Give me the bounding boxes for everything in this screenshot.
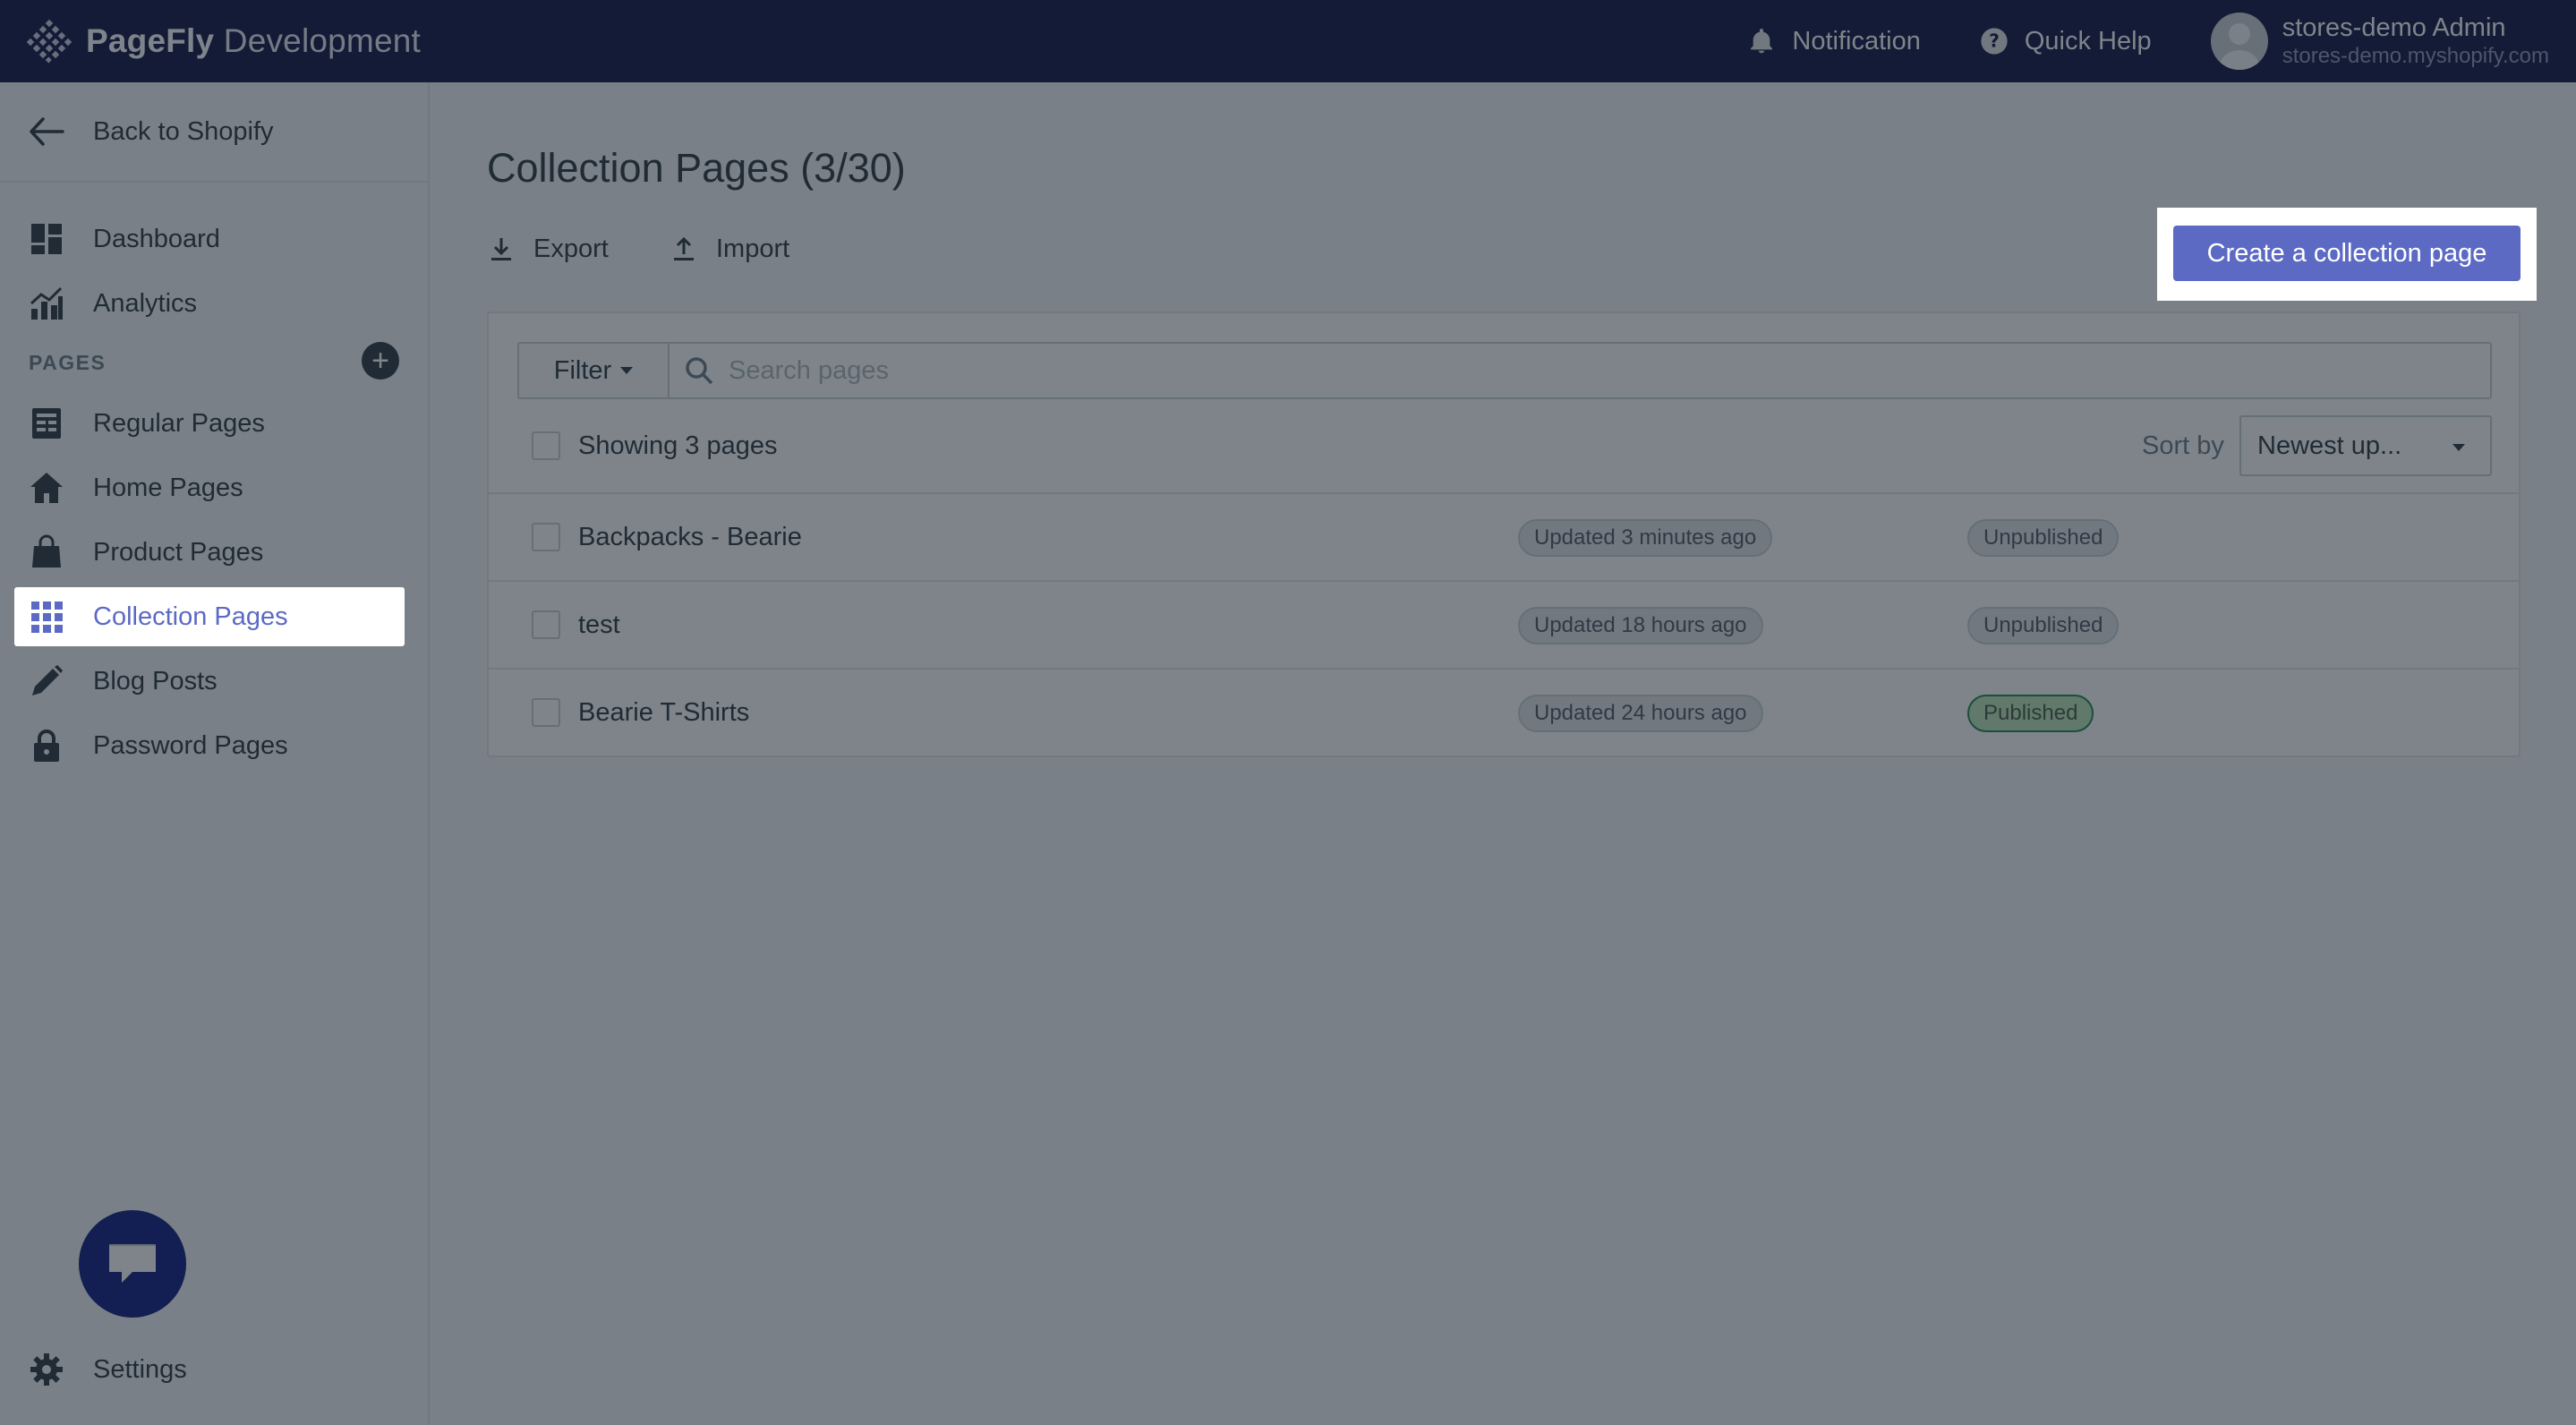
row-checkbox[interactable] <box>532 610 560 639</box>
brand-logo[interactable]: PageFly Development <box>27 19 421 64</box>
updated-badge: Updated 24 hours ago <box>1518 695 1763 732</box>
shopping-bag-icon <box>32 534 61 567</box>
analytics-icon <box>30 286 63 320</box>
import-label: Import <box>716 235 790 263</box>
pencil-icon <box>32 665 63 695</box>
dashboard-icon <box>31 224 62 254</box>
sidebar-item-settings[interactable]: Settings <box>29 1352 187 1387</box>
back-label: Back to Shopify <box>93 116 274 146</box>
filter-label: Filter <box>553 355 612 385</box>
chat-button[interactable] <box>79 1210 186 1318</box>
sidebar-item-label: Dashboard <box>93 224 220 253</box>
notification-label: Notification <box>1792 26 1921 55</box>
svg-text:?: ? <box>1989 30 2000 52</box>
sidebar-item-label: Product Pages <box>93 537 264 567</box>
filter-bar: Filter <box>517 342 2492 399</box>
plus-icon: + <box>371 344 389 378</box>
home-icon <box>30 473 63 503</box>
filter-button[interactable]: Filter <box>519 344 670 397</box>
upload-icon <box>674 236 694 260</box>
sidebar: Back to Shopify Dashboard Analytics PAGE… <box>0 82 430 1425</box>
create-collection-page-button[interactable]: Create a collection page <box>2173 226 2521 281</box>
page-name[interactable]: test <box>578 610 620 640</box>
showing-count: Showing 3 pages <box>578 431 778 460</box>
user-store: stores-demo.myshopify.com <box>2282 44 2549 68</box>
caret-down-icon <box>2452 444 2465 451</box>
pages-list-card: Filter Showing 3 pages Sort by Newest up… <box>487 311 2521 757</box>
quick-help-label: Quick Help <box>2024 26 2152 55</box>
search-icon <box>686 357 713 385</box>
grid-icon <box>31 602 63 633</box>
sidebar-item-home-pages[interactable]: Home Pages <box>14 458 405 517</box>
sidebar-item-analytics[interactable]: Analytics <box>14 274 405 333</box>
page-name[interactable]: Backpacks - Bearie <box>578 523 802 552</box>
user-menu[interactable]: stores-demo Admin stores-demo.myshopify.… <box>2210 13 2549 70</box>
user-avatar-icon <box>2219 23 2259 70</box>
search-input[interactable] <box>729 355 2490 386</box>
row-checkbox[interactable] <box>532 698 560 727</box>
sidebar-item-blog-posts[interactable]: Blog Posts <box>14 652 405 711</box>
help-icon: ? <box>1981 28 2008 55</box>
sidebar-item-label: Password Pages <box>93 730 288 760</box>
caret-down-icon <box>620 367 634 374</box>
sort-select[interactable]: Newest up... <box>2239 415 2492 476</box>
search-box <box>670 344 2490 397</box>
bell-icon <box>1751 29 1773 54</box>
quick-help-button[interactable]: ? Quick Help <box>1980 27 2152 56</box>
import-button[interactable]: Import <box>671 235 789 264</box>
document-icon <box>32 408 61 439</box>
sidebar-item-product-pages[interactable]: Product Pages <box>14 523 405 582</box>
sort-value: Newest up... <box>2257 431 2402 460</box>
page-name[interactable]: Bearie T-Shirts <box>578 698 749 728</box>
status-badge: Unpublished <box>1967 607 2120 644</box>
updated-badge: Updated 3 minutes ago <box>1518 519 1773 557</box>
app-title: PageFly Development <box>86 22 421 59</box>
lock-icon <box>34 730 59 762</box>
sort-label: Sort by <box>2142 431 2224 460</box>
add-page-button[interactable]: + <box>362 342 399 380</box>
user-name: stores-demo Admin <box>2282 13 2506 42</box>
sidebar-item-label: Blog Posts <box>93 666 218 695</box>
table-row[interactable]: Backpacks - Bearie Updated 3 minutes ago… <box>489 492 2519 580</box>
table-row[interactable]: test Updated 18 hours ago Unpublished <box>489 580 2519 668</box>
export-label: Export <box>533 235 609 263</box>
export-button[interactable]: Export <box>489 235 609 264</box>
download-icon <box>491 237 511 260</box>
settings-label: Settings <box>93 1354 187 1384</box>
sidebar-item-password-pages[interactable]: Password Pages <box>14 716 405 775</box>
select-all-checkbox[interactable] <box>532 431 560 460</box>
arrow-left-icon <box>30 117 64 146</box>
row-checkbox[interactable] <box>532 523 560 551</box>
top-bar: PageFly Development Notification ? Quick… <box>0 0 2576 82</box>
highlight-collection-pages[interactable]: Collection Pages <box>14 587 405 646</box>
status-badge: Unpublished <box>1967 519 2120 557</box>
avatar <box>2210 13 2268 70</box>
pages-section-label: PAGES <box>29 351 107 374</box>
sidebar-item-regular-pages[interactable]: Regular Pages <box>14 394 405 453</box>
create-highlight: Create a collection page <box>2157 208 2537 301</box>
chat-icon <box>109 1244 156 1283</box>
page-title: Collection Pages (3/30) <box>487 145 906 191</box>
sidebar-item-label: Home Pages <box>93 473 243 502</box>
status-badge: Published <box>1967 695 2094 732</box>
pagefly-logo-icon <box>27 19 72 64</box>
sidebar-item-label: Analytics <box>93 288 198 318</box>
sidebar-item-label: Regular Pages <box>93 408 265 438</box>
sidebar-item-dashboard[interactable]: Dashboard <box>14 209 405 269</box>
gear-icon <box>30 1353 63 1386</box>
table-row[interactable]: Bearie T-Shirts Updated 24 hours ago Pub… <box>489 668 2519 755</box>
notification-button[interactable]: Notification <box>1747 26 1921 56</box>
sidebar-item-label: Collection Pages <box>93 602 288 631</box>
updated-badge: Updated 18 hours ago <box>1518 607 1763 644</box>
back-to-shopify-link[interactable]: Back to Shopify <box>0 82 428 183</box>
